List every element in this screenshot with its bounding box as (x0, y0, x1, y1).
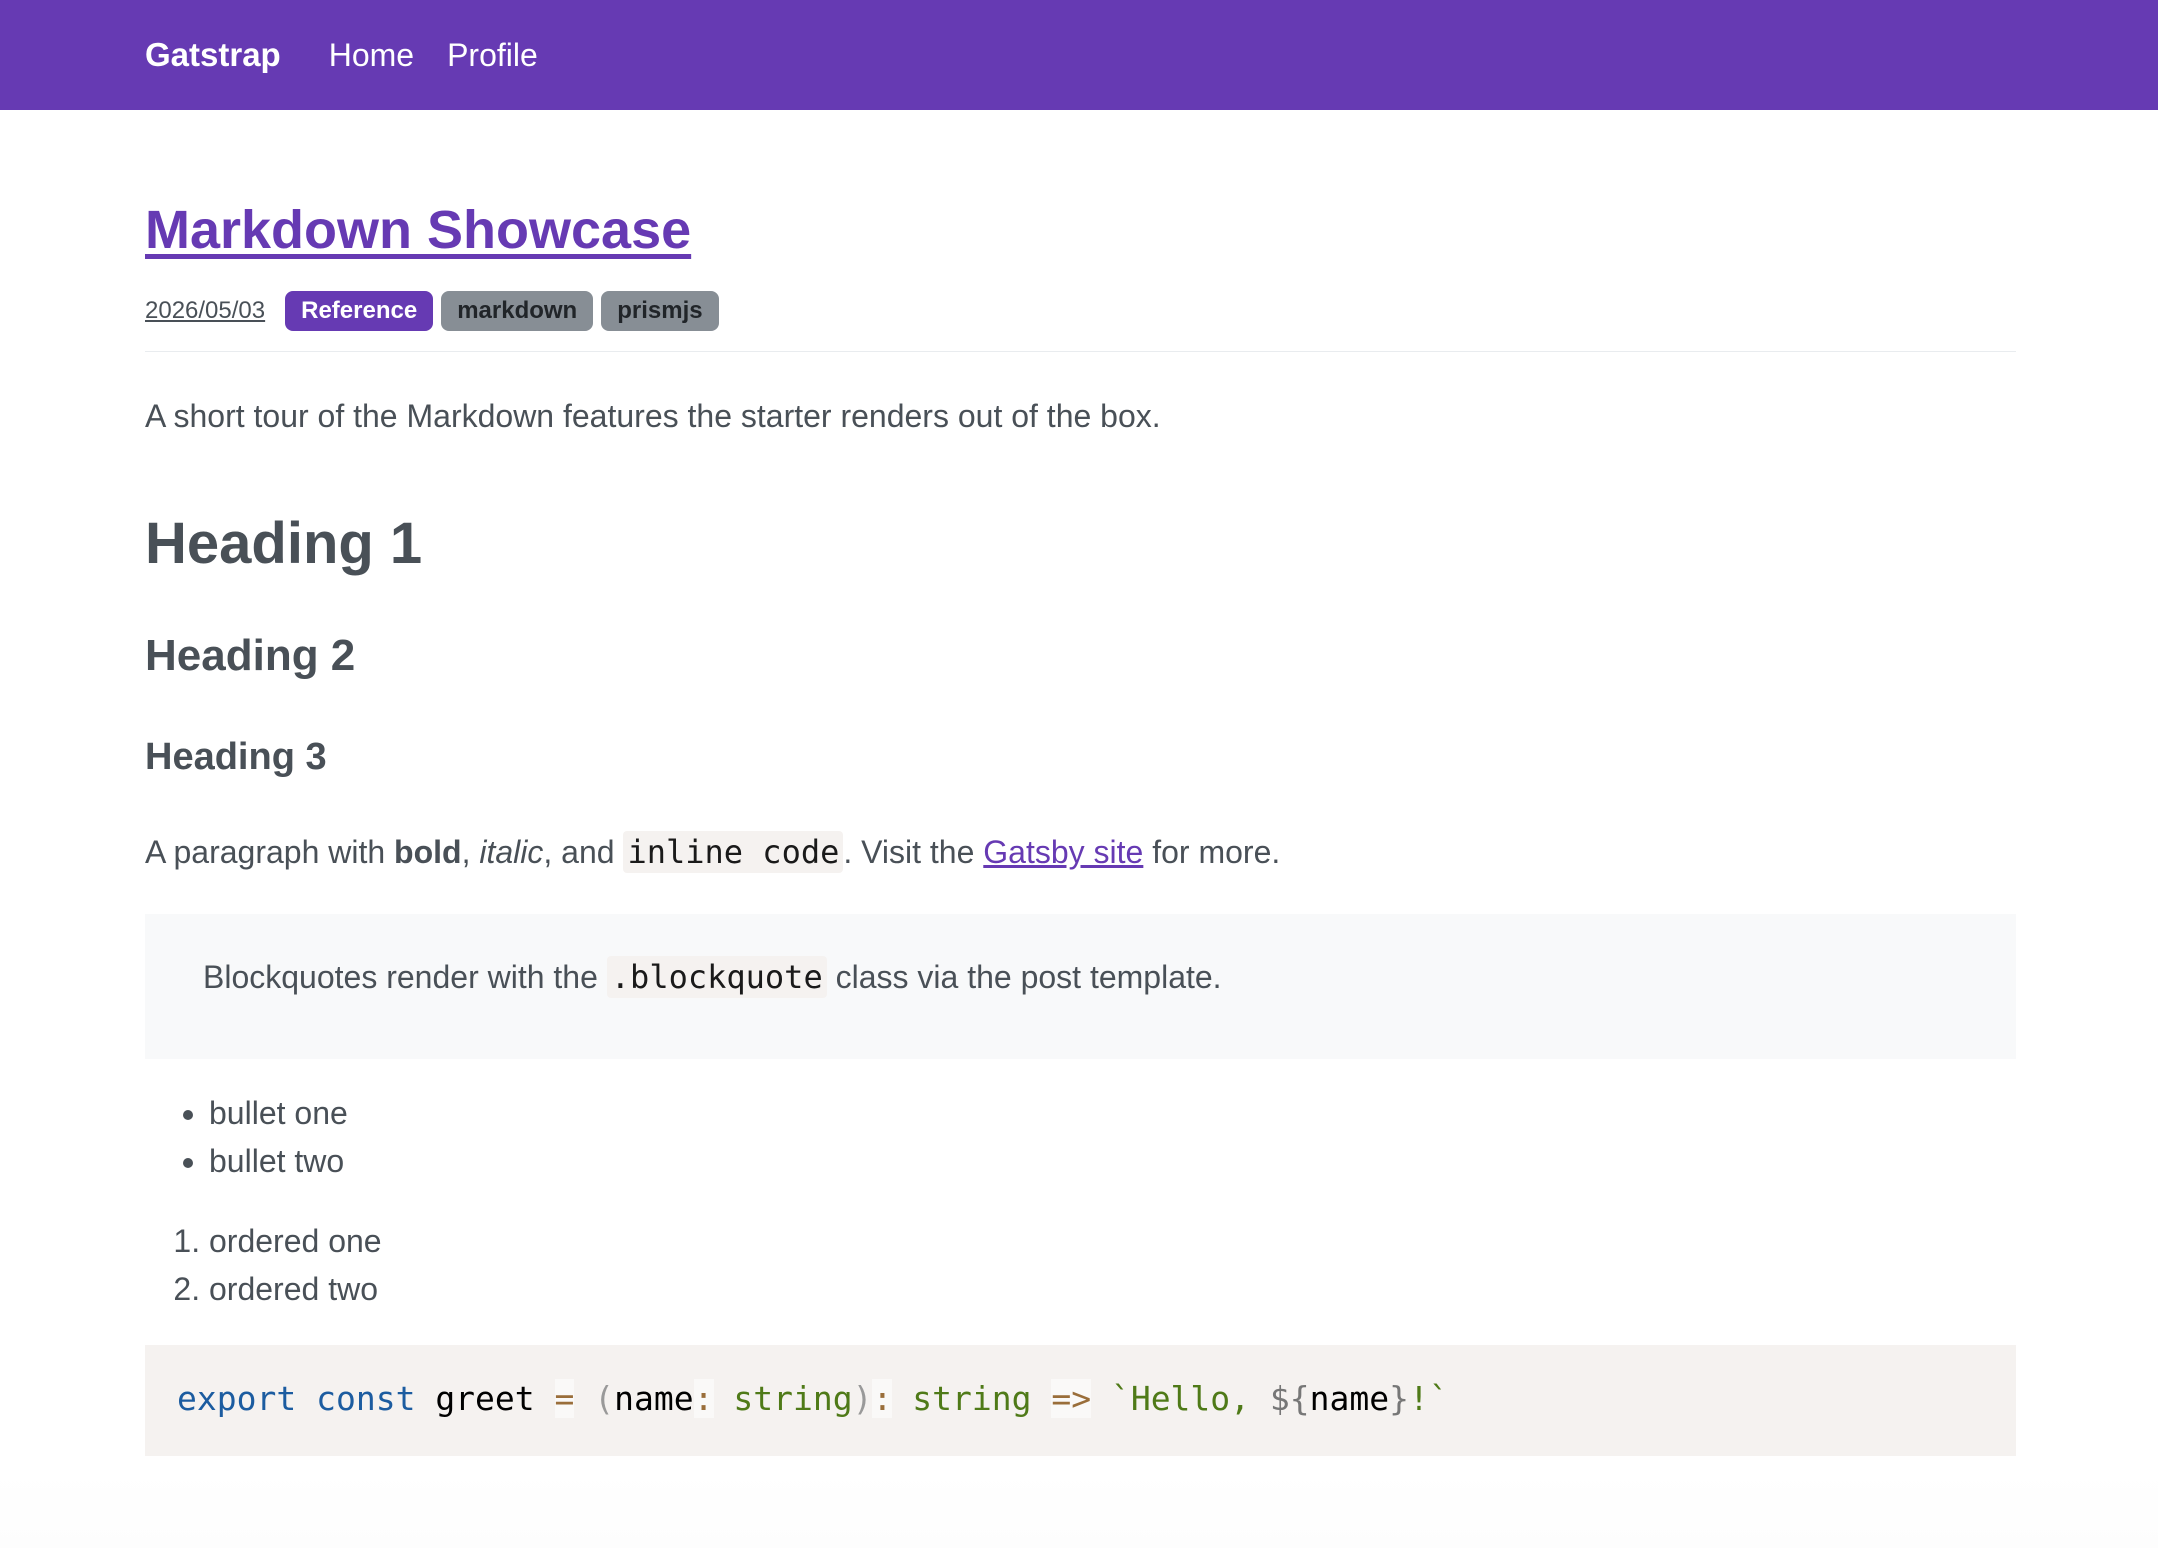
list-item: ordered two (209, 1265, 2016, 1313)
badge-prismjs[interactable]: prismjs (601, 290, 719, 331)
code-token: = (554, 1378, 575, 1418)
code-token: !` (1409, 1378, 1449, 1418)
nav-link-home[interactable]: Home (329, 37, 414, 74)
bold-text: bold (394, 833, 462, 870)
post-meta: 2026/05/03 Reference markdown prismjs (145, 290, 2016, 352)
heading-2: Heading 2 (145, 631, 356, 681)
code-token: ( (594, 1378, 615, 1418)
code-token: name (614, 1378, 694, 1418)
italic-text: italic (479, 833, 544, 870)
bullet-list: bullet one bullet two (145, 1089, 2016, 1185)
code-token: export (177, 1378, 297, 1418)
code-token: string (733, 1378, 853, 1418)
list-item: bullet two (209, 1137, 2016, 1185)
code-token: => (1051, 1378, 1092, 1418)
list-item: ordered one (209, 1217, 2016, 1265)
navbar: Gatstrap Home Profile (0, 0, 2158, 110)
inline-code: inline code (623, 830, 844, 873)
code-token: `Hello, (1110, 1378, 1270, 1418)
code-token: : (693, 1378, 714, 1418)
ordered-list: ordered one ordered two (145, 1217, 2016, 1313)
code-token: greet (435, 1378, 535, 1418)
code-token: const (316, 1378, 416, 1418)
post-container: Markdown Showcase 2026/05/03 Reference m… (145, 110, 2016, 1456)
badge-markdown[interactable]: markdown (441, 290, 594, 331)
paragraph-prefix: A paragraph with (145, 833, 395, 870)
paragraph: A paragraph with bold, italic, and inlin… (145, 830, 2016, 874)
code-token: ${ (1269, 1378, 1310, 1418)
brand-link[interactable]: Gatstrap (145, 36, 281, 74)
code-token: ) (852, 1378, 873, 1418)
code-token: : (872, 1378, 893, 1418)
badge-reference[interactable]: Reference (285, 290, 434, 331)
paragraph-suffix: for more. (1143, 833, 1281, 870)
blockquote-code: .blockquote (606, 955, 827, 998)
code-block: export const greet = (name: string): str… (145, 1344, 2016, 1456)
post-date-link[interactable]: 2026/05/03 (145, 297, 265, 325)
post-title-link[interactable]: Markdown Showcase (145, 198, 691, 263)
blockquote-suffix: class via the post template. (826, 958, 1222, 995)
code-token: string (912, 1378, 1032, 1418)
post-lead: A short tour of the Markdown features th… (145, 397, 1161, 434)
blockquote-prefix: Blockquotes render with the (203, 958, 607, 995)
heading-1: Heading 1 (145, 510, 423, 576)
paragraph-sep2: , and (543, 833, 624, 870)
blockquote: Blockquotes render with the .blockquote … (145, 913, 2016, 1059)
bottom-fade (0, 1470, 2158, 1548)
list-item: bullet one (209, 1089, 2016, 1137)
code-token: name (1309, 1378, 1390, 1418)
code-token: } (1389, 1378, 1410, 1418)
gatsby-site-link[interactable]: Gatsby site (983, 834, 1143, 870)
paragraph-mid: . Visit the (843, 833, 984, 870)
paragraph-sep1: , (461, 833, 480, 870)
nav-link-profile[interactable]: Profile (447, 37, 538, 74)
heading-3: Heading 3 (145, 736, 327, 779)
